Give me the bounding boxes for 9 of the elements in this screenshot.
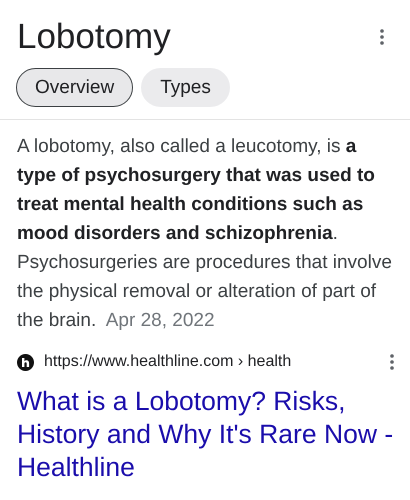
page-title: Lobotomy bbox=[17, 16, 171, 58]
site-logo-icon bbox=[17, 354, 34, 370]
more-options-icon[interactable] bbox=[390, 354, 394, 370]
result-title-link[interactable]: What is a Lobotomy? Risks, History and Why It's Rare Now - Healthline bbox=[17, 385, 394, 484]
source-url[interactable]: https://www.healthline.com › health bbox=[44, 353, 380, 371]
tab[interactable]: Overview bbox=[16, 68, 134, 107]
more-options-icon[interactable] bbox=[380, 29, 384, 45]
tab[interactable]: Types bbox=[141, 68, 230, 107]
snippet-text: A lobotomy, also called a leucotomy, is a type of psychosurgery that was used to treat mental health conditions such as mood disorders and schizophrenia. Psychosurgeries are procedures that involve the physical removal or alteration of part of the brain. Apr 28, 2022 bbox=[17, 135, 393, 333]
